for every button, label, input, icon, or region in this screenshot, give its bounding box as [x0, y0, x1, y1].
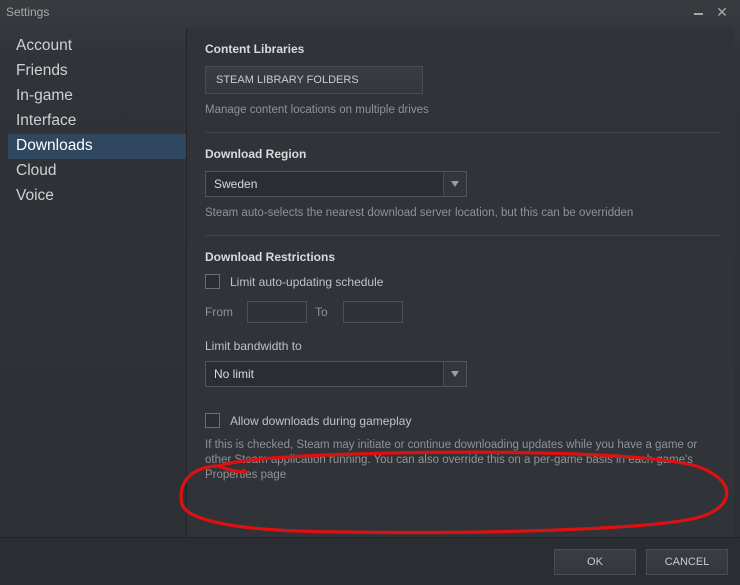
sidebar-item-in-game[interactable]: In-game: [8, 84, 186, 109]
download-region-title: Download Region: [205, 147, 720, 161]
close-button[interactable]: ✕: [710, 5, 734, 19]
limit-schedule-label: Limit auto-updating schedule: [230, 275, 383, 289]
download-region-value: Sweden: [206, 172, 444, 196]
dialog-body: Account Friends In-game Interface Downlo…: [0, 24, 740, 537]
content-libraries-hint: Manage content locations on multiple dri…: [205, 104, 720, 116]
bandwidth-label: Limit bandwidth to: [205, 339, 720, 353]
bandwidth-value: No limit: [206, 362, 444, 386]
download-region-select[interactable]: Sweden: [205, 171, 467, 197]
sidebar-item-friends[interactable]: Friends: [8, 59, 186, 84]
sidebar-item-account[interactable]: Account: [8, 34, 186, 59]
allow-gameplay-checkbox[interactable]: [205, 413, 220, 428]
titlebar: Settings ✕: [0, 0, 740, 24]
chevron-down-icon: [444, 362, 466, 386]
minimize-button[interactable]: [686, 11, 710, 13]
cancel-button[interactable]: CANCEL: [646, 549, 728, 575]
to-input[interactable]: [343, 301, 403, 323]
sidebar-item-downloads[interactable]: Downloads: [8, 134, 186, 159]
from-label: From: [205, 305, 239, 319]
window-title: Settings: [6, 5, 49, 19]
schedule-time-row: From To: [205, 301, 720, 323]
limit-schedule-checkbox[interactable]: [205, 274, 220, 289]
to-label: To: [315, 305, 335, 319]
from-input[interactable]: [247, 301, 307, 323]
limit-schedule-row: Limit auto-updating schedule: [205, 274, 720, 289]
allow-gameplay-label: Allow downloads during gameplay: [230, 414, 411, 428]
sidebar-item-interface[interactable]: Interface: [8, 109, 186, 134]
main-panel: Content Libraries STEAM LIBRARY FOLDERS …: [186, 28, 734, 537]
allow-gameplay-description: If this is checked, Steam may initiate o…: [205, 438, 705, 483]
sidebar-item-voice[interactable]: Voice: [8, 184, 186, 209]
divider: [205, 235, 720, 236]
settings-window: Settings ✕ Account Friends In-game Inter…: [0, 0, 740, 585]
content-libraries-title: Content Libraries: [205, 42, 720, 56]
chevron-down-icon: [444, 172, 466, 196]
allow-gameplay-row: Allow downloads during gameplay: [205, 413, 720, 428]
steam-library-folders-button[interactable]: STEAM LIBRARY FOLDERS: [205, 66, 423, 94]
bandwidth-select[interactable]: No limit: [205, 361, 467, 387]
sidebar-item-cloud[interactable]: Cloud: [8, 159, 186, 184]
download-region-hint: Steam auto-selects the nearest download …: [205, 207, 720, 219]
download-restrictions-title: Download Restrictions: [205, 250, 720, 264]
ok-button[interactable]: OK: [554, 549, 636, 575]
sidebar: Account Friends In-game Interface Downlo…: [8, 28, 186, 537]
divider: [205, 132, 720, 133]
dialog-footer: OK CANCEL: [0, 537, 740, 585]
